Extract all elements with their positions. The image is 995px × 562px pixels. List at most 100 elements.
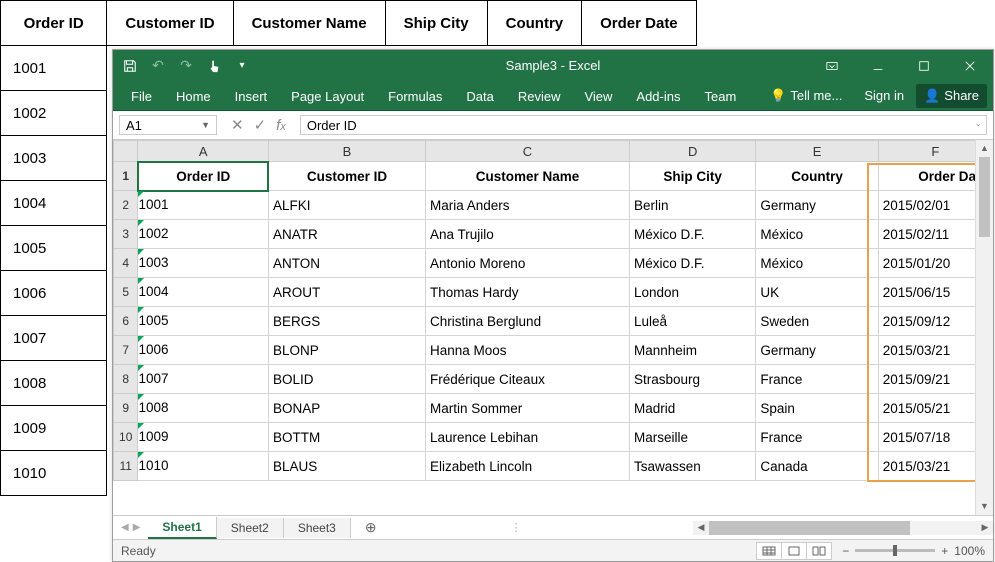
cell[interactable]: BLONP (268, 336, 425, 365)
spreadsheet-grid[interactable]: ABCDEF 1Order IDCustomer IDCustomer Name… (113, 140, 993, 515)
ribbon-display-icon[interactable] (809, 50, 855, 81)
cell[interactable]: BERGS (268, 307, 425, 336)
cell[interactable]: 1007 (138, 365, 269, 394)
cell[interactable]: UK (756, 278, 878, 307)
sheet-tab-active[interactable]: Sheet1 (148, 517, 216, 539)
formula-expand-icon[interactable]: ⌄ (974, 118, 982, 129)
ribbon-tab[interactable]: Data (454, 83, 505, 110)
row-header[interactable]: 7 (114, 336, 138, 365)
row-header[interactable]: 4 (114, 249, 138, 278)
zoom-in-button[interactable]: + (941, 544, 948, 558)
row-header[interactable]: 11 (114, 452, 138, 481)
cell[interactable]: Thomas Hardy (426, 278, 630, 307)
column-header[interactable]: E (756, 141, 878, 162)
vertical-scrollbar[interactable]: ▲ ▼ (975, 140, 993, 515)
maximize-button[interactable] (901, 50, 947, 81)
cell[interactable]: Maria Anders (426, 191, 630, 220)
scroll-down-icon[interactable]: ▼ (976, 498, 993, 515)
zoom-slider[interactable] (855, 549, 935, 552)
cell[interactable]: Madrid (629, 394, 755, 423)
scroll-left-icon[interactable]: ◀ (693, 522, 709, 533)
hscroll-thumb[interactable] (709, 521, 910, 535)
add-sheet-button[interactable]: ⊕ (351, 519, 391, 536)
cell[interactable]: France (756, 365, 878, 394)
accept-icon[interactable]: ✓ (254, 116, 267, 134)
cell[interactable]: Germany (756, 191, 878, 220)
cell[interactable]: BLAUS (268, 452, 425, 481)
cell[interactable]: Customer Name (426, 162, 630, 191)
cancel-icon[interactable]: ✕ (231, 116, 244, 134)
redo-icon[interactable]: ↷ (179, 59, 193, 73)
cell[interactable]: 1001 (138, 191, 269, 220)
split-handle[interactable]: ⋮ (511, 521, 524, 534)
fx-icon[interactable]: fx (276, 117, 286, 134)
touch-mode-icon[interactable] (207, 59, 221, 73)
cell[interactable]: Berlin (629, 191, 755, 220)
formula-input[interactable]: Order ID ⌄ (300, 115, 987, 135)
cell[interactable]: Christina Berglund (426, 307, 630, 336)
ribbon-tab[interactable]: Team (692, 83, 748, 110)
cell[interactable]: Spain (756, 394, 878, 423)
cell[interactable]: Sweden (756, 307, 878, 336)
scroll-right-icon[interactable]: ▶ (977, 522, 993, 533)
cell[interactable]: Ana Trujilo (426, 220, 630, 249)
minimize-button[interactable] (855, 50, 901, 81)
row-header[interactable]: 6 (114, 307, 138, 336)
cell[interactable]: ANTON (268, 249, 425, 278)
cell[interactable]: Strasbourg (629, 365, 755, 394)
name-box-dropdown-icon[interactable]: ▼ (201, 120, 210, 130)
column-header[interactable]: D (629, 141, 755, 162)
tell-me[interactable]: 💡Tell me... (760, 88, 852, 104)
row-header[interactable]: 1 (114, 162, 138, 191)
cell[interactable]: México D.F. (629, 220, 755, 249)
cell[interactable]: Mannheim (629, 336, 755, 365)
cell[interactable]: Antonio Moreno (426, 249, 630, 278)
sheet-tab[interactable]: Sheet3 (284, 518, 351, 538)
cell[interactable]: 1004 (138, 278, 269, 307)
ribbon-tab[interactable]: Formulas (376, 83, 454, 110)
cell[interactable]: London (629, 278, 755, 307)
row-header[interactable]: 10 (114, 423, 138, 452)
cell[interactable]: 1005 (138, 307, 269, 336)
cell[interactable]: France (756, 423, 878, 452)
select-all-cell[interactable] (114, 141, 138, 162)
row-header[interactable]: 2 (114, 191, 138, 220)
cell[interactable]: 1008 (138, 394, 269, 423)
row-header[interactable]: 3 (114, 220, 138, 249)
sheet-tab[interactable]: Sheet2 (217, 518, 284, 538)
cell[interactable]: Luleå (629, 307, 755, 336)
ribbon-tab[interactable]: Page Layout (279, 83, 376, 110)
zoom-out-button[interactable]: − (842, 544, 849, 558)
cell[interactable]: AROUT (268, 278, 425, 307)
cell[interactable]: 1006 (138, 336, 269, 365)
ribbon-tab[interactable]: File (119, 83, 164, 110)
close-button[interactable] (947, 50, 993, 81)
scroll-thumb[interactable] (979, 157, 990, 237)
ribbon-tab[interactable]: View (572, 83, 624, 110)
cell[interactable]: México (756, 220, 878, 249)
cell[interactable]: 1009 (138, 423, 269, 452)
horizontal-scrollbar[interactable]: ◀ ▶ (693, 521, 993, 535)
ribbon-tab[interactable]: Review (506, 83, 573, 110)
cell[interactable]: Laurence Lebihan (426, 423, 630, 452)
column-header[interactable]: C (426, 141, 630, 162)
page-layout-view-button[interactable] (781, 542, 807, 560)
cell[interactable]: BOLID (268, 365, 425, 394)
share-button[interactable]: 👤Share (916, 84, 987, 108)
cell[interactable]: Canada (756, 452, 878, 481)
undo-icon[interactable]: ↶ (151, 59, 165, 73)
cell[interactable]: BOTTM (268, 423, 425, 452)
row-header[interactable]: 9 (114, 394, 138, 423)
cell[interactable]: Order ID (138, 162, 269, 191)
column-header[interactable]: A (138, 141, 269, 162)
save-icon[interactable] (123, 59, 137, 73)
cell[interactable]: Country (756, 162, 878, 191)
cell[interactable]: Martin Sommer (426, 394, 630, 423)
sheet-nav-next-icon[interactable]: ▶ (133, 522, 141, 533)
cell[interactable]: Elizabeth Lincoln (426, 452, 630, 481)
cell[interactable]: ANATR (268, 220, 425, 249)
normal-view-button[interactable] (756, 542, 782, 560)
sign-in[interactable]: Sign in (854, 88, 914, 103)
cell[interactable]: ALFKI (268, 191, 425, 220)
cell[interactable]: Hanna Moos (426, 336, 630, 365)
